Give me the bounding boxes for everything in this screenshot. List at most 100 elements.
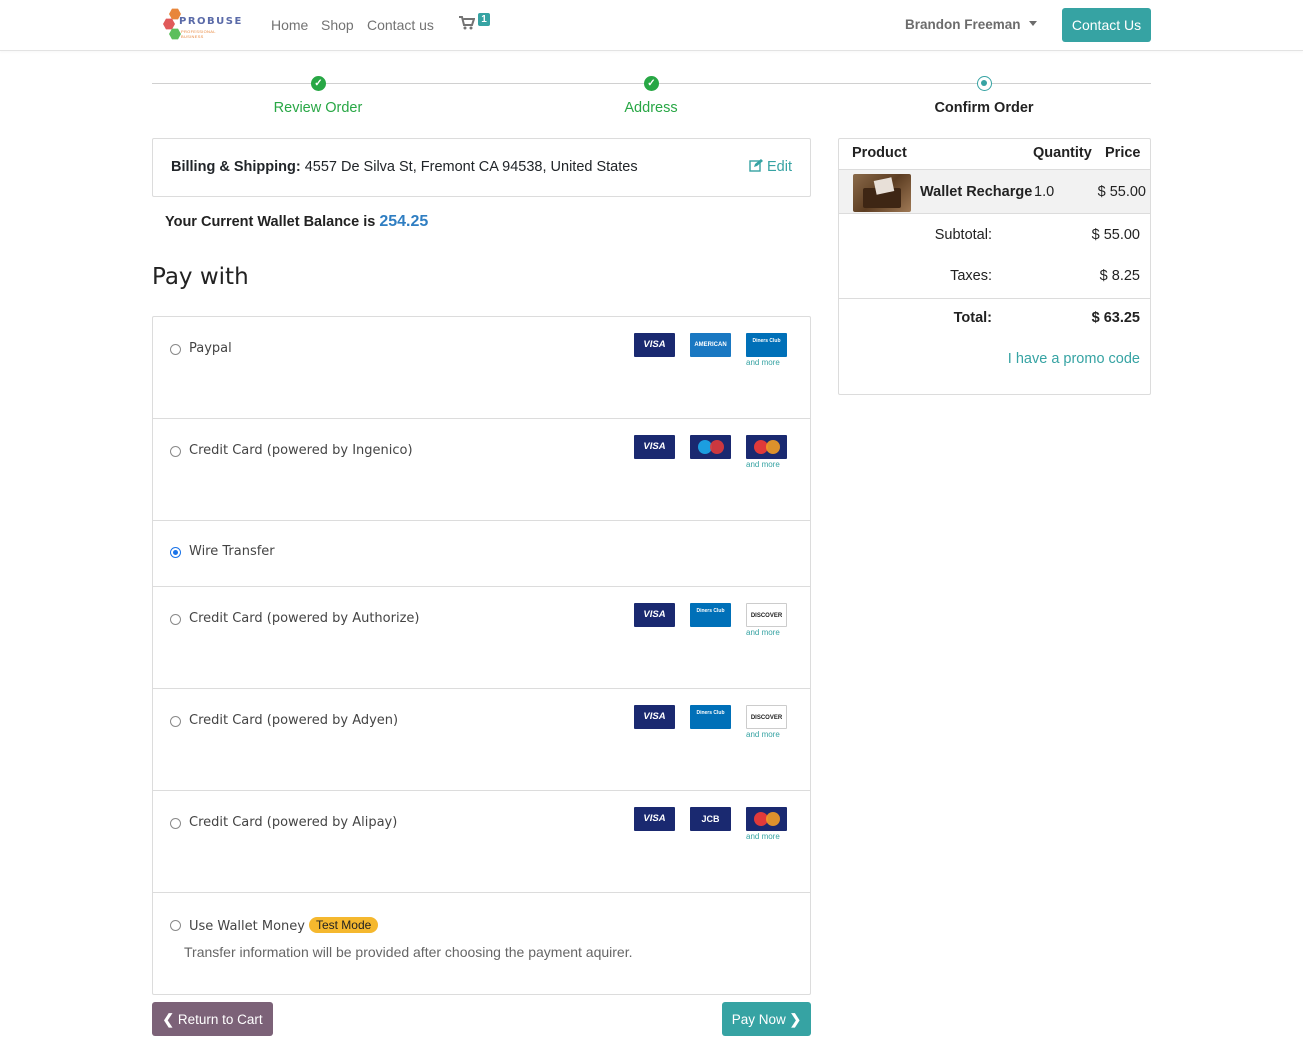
check-circle-icon: ✓ bbox=[311, 76, 326, 91]
payment-option-authorize[interactable]: Credit Card (powered by Authorize) VISA … bbox=[153, 587, 810, 689]
visa-card-icon: VISA bbox=[634, 807, 675, 831]
logo-subtitle: PROFESSIONAL BUSINESS bbox=[181, 29, 216, 39]
radio-authorize[interactable] bbox=[170, 614, 181, 625]
payment-label: Use Wallet Money bbox=[189, 919, 305, 934]
payment-label: Credit Card (powered by Authorize) bbox=[189, 611, 420, 626]
taxes-value: $ 8.25 bbox=[1099, 268, 1140, 284]
edit-icon bbox=[749, 159, 763, 172]
shopping-cart-icon[interactable] bbox=[459, 16, 476, 33]
order-summary: Product Quantity Price Wallet Recharge 1… bbox=[838, 138, 1151, 395]
maestro-card-icon bbox=[690, 435, 731, 459]
logo-hex-icon bbox=[169, 28, 181, 40]
radio-ingenico[interactable] bbox=[170, 446, 181, 457]
wallet-balance-value: 254.25 bbox=[379, 213, 429, 230]
visa-card-icon: VISA bbox=[634, 333, 675, 357]
payment-label: Credit Card (powered by Ingenico) bbox=[189, 443, 413, 458]
user-dropdown[interactable]: Brandon Freeman bbox=[905, 17, 1037, 32]
payment-option-alipay[interactable]: Credit Card (powered by Alipay) VISA JCB… bbox=[153, 791, 810, 893]
payment-option-adyen[interactable]: Credit Card (powered by Adyen) VISA Dine… bbox=[153, 689, 810, 791]
radio-wire-transfer[interactable] bbox=[170, 547, 181, 558]
radio-adyen[interactable] bbox=[170, 716, 181, 727]
billing-shipping-box: Billing & Shipping: 4557 De Silva St, Fr… bbox=[152, 138, 811, 197]
payment-label: Credit Card (powered by Alipay) bbox=[189, 815, 398, 830]
product-thumbnail[interactable] bbox=[853, 174, 911, 212]
nav-shop[interactable]: Shop bbox=[321, 17, 354, 33]
subtotal-label: Subtotal: bbox=[934, 227, 992, 243]
card-icons: VISA AMERICAN EXPRESS Diners Club and mo… bbox=[634, 333, 787, 373]
col-header-price: Price bbox=[1105, 145, 1141, 161]
radio-alipay[interactable] bbox=[170, 818, 181, 829]
payment-label: Credit Card (powered by Adyen) bbox=[189, 713, 399, 728]
logo-hex-icon bbox=[163, 18, 175, 30]
edit-address-link[interactable]: Edit bbox=[749, 159, 792, 175]
discover-card-icon: DISCOVER bbox=[746, 603, 787, 627]
payment-label-wrap: Use Wallet Money Test Mode bbox=[189, 917, 379, 934]
radio-paypal[interactable] bbox=[170, 344, 181, 355]
payment-label: Wire Transfer bbox=[189, 544, 275, 559]
total-value: $ 63.25 bbox=[1091, 310, 1140, 326]
amex-card-icon: AMERICAN EXPRESS bbox=[690, 333, 731, 357]
step-review-order[interactable]: Review Order bbox=[218, 100, 418, 116]
test-mode-badge: Test Mode bbox=[308, 917, 379, 933]
divider bbox=[839, 298, 1150, 299]
and-more-label: and more bbox=[746, 730, 780, 739]
top-navbar: PROBUSE PROFESSIONAL BUSINESS Home Shop … bbox=[0, 0, 1303, 51]
nav-home[interactable]: Home bbox=[271, 17, 308, 33]
return-to-cart-label: Return to Cart bbox=[177, 1012, 263, 1027]
step-address[interactable]: Address bbox=[551, 100, 751, 116]
product-name[interactable]: Wallet Recharge bbox=[920, 184, 1032, 200]
billing-address-value: 4557 De Silva St, Fremont CA 94538, Unit… bbox=[304, 159, 638, 175]
and-more-label: and more bbox=[746, 628, 780, 637]
card-icons: VISA Diners Club DISCOVER and more bbox=[634, 603, 787, 643]
billing-address: Billing & Shipping: 4557 De Silva St, Fr… bbox=[171, 159, 638, 175]
product-quantity: 1.0 bbox=[1034, 184, 1055, 200]
wallet-balance: Your Current Wallet Balance is 254.25 bbox=[165, 213, 428, 231]
product-price: $ 55.00 bbox=[1097, 184, 1146, 200]
wallet-transfer-note: Transfer information will be provided af… bbox=[184, 944, 633, 960]
step-confirm-order: Confirm Order bbox=[934, 100, 1034, 116]
subtotal-value: $ 55.00 bbox=[1091, 227, 1140, 243]
total-label: Total: bbox=[953, 310, 992, 326]
diners-card-icon: Diners Club bbox=[690, 603, 731, 627]
payment-label: Paypal bbox=[189, 341, 232, 356]
payment-methods-list: Paypal VISA AMERICAN EXPRESS Diners Club… bbox=[152, 316, 811, 995]
and-more-label: and more bbox=[746, 460, 780, 469]
chevron-right-icon: ❯ bbox=[789, 1011, 802, 1027]
diners-card-icon: Diners Club bbox=[690, 705, 731, 729]
payment-option-ingenico[interactable]: Credit Card (powered by Ingenico) VISA a… bbox=[153, 419, 810, 521]
logo-text: PROBUSE bbox=[179, 16, 243, 27]
visa-card-icon: VISA bbox=[634, 435, 675, 459]
payment-option-paypal[interactable]: Paypal VISA AMERICAN EXPRESS Diners Club… bbox=[153, 317, 810, 419]
edit-label: Edit bbox=[767, 159, 792, 175]
radio-wallet[interactable] bbox=[170, 920, 181, 931]
cart-count-badge: 1 bbox=[478, 13, 490, 26]
pay-now-button[interactable]: Pay Now ❯ bbox=[722, 1002, 811, 1036]
current-step-icon bbox=[977, 76, 992, 91]
mastercard-card-icon bbox=[746, 807, 787, 831]
taxes-label: Taxes: bbox=[950, 268, 992, 284]
mastercard-card-icon bbox=[746, 435, 787, 459]
pay-with-heading: Pay with bbox=[152, 264, 249, 290]
billing-label: Billing & Shipping: bbox=[171, 159, 301, 175]
nav-contact-us[interactable]: Contact us bbox=[367, 17, 434, 33]
return-to-cart-button[interactable]: ❮ Return to Cart bbox=[152, 1002, 273, 1036]
promo-code-link[interactable]: I have a promo code bbox=[1008, 351, 1140, 367]
chevron-down-icon bbox=[1028, 21, 1037, 26]
visa-card-icon: VISA bbox=[634, 705, 675, 729]
discover-card-icon: DISCOVER bbox=[746, 705, 787, 729]
wallet-balance-label: Your Current Wallet Balance is bbox=[165, 214, 376, 230]
payment-option-wire-transfer[interactable]: Wire Transfer bbox=[153, 521, 810, 587]
chevron-left-icon: ❮ bbox=[162, 1011, 175, 1027]
table-row: Wallet Recharge 1.0 $ 55.00 bbox=[839, 169, 1150, 214]
card-icons: VISA JCB and more bbox=[634, 807, 787, 847]
contact-us-button[interactable]: Contact Us bbox=[1062, 8, 1151, 42]
user-name: Brandon Freeman bbox=[905, 17, 1021, 32]
diners-card-icon: Diners Club bbox=[746, 333, 787, 357]
col-header-product: Product bbox=[852, 145, 907, 161]
probuse-logo[interactable]: PROBUSE PROFESSIONAL BUSINESS bbox=[163, 6, 241, 44]
payment-option-wallet[interactable]: Use Wallet Money Test Mode Transfer infor… bbox=[153, 893, 810, 994]
card-icons: VISA Diners Club DISCOVER and more bbox=[634, 705, 787, 745]
col-header-quantity: Quantity bbox=[1033, 145, 1092, 161]
jcb-card-icon: JCB bbox=[690, 807, 731, 831]
and-more-label: and more bbox=[746, 358, 780, 367]
